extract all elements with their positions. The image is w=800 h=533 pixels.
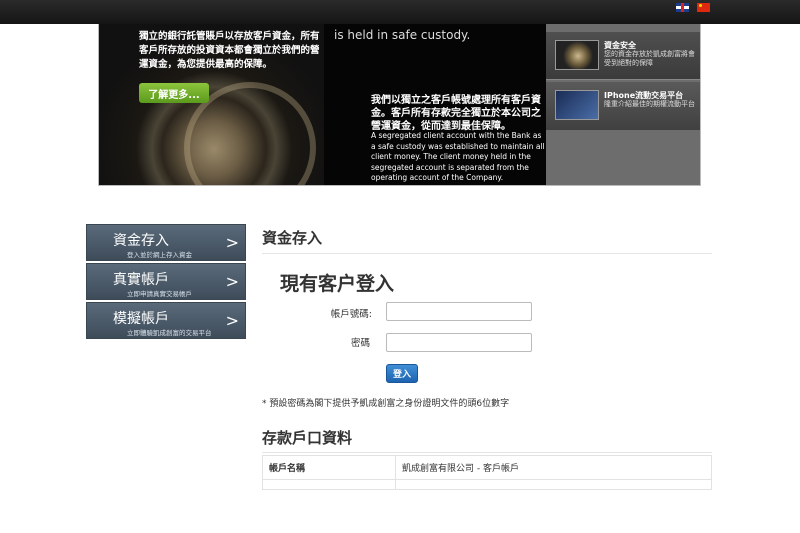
menu-item-deposit[interactable]: 資金存入 登入並於網上存入資金 >: [86, 224, 246, 261]
password-input[interactable]: [386, 333, 532, 352]
banner-left-text: 獨立的銀行託管賬戶以存放客戶資金，所有客戶所存放的投資資本都會獨立於我們的營運資…: [139, 31, 320, 70]
side-item-desc: 您的資金存放於凱成創富將會受到絕對的保障: [604, 50, 695, 67]
login-button[interactable]: 登入: [386, 364, 418, 383]
menu-item-title: 真實帳戶: [113, 272, 169, 288]
top-bar: [0, 0, 800, 24]
main-content: 資金存入 現有客户登入 帳戶號碼: 密碼 登入 * 預設密碼為閣下提供予凱成創富…: [262, 224, 712, 490]
table-row: 帳戶名稱 凱成創富有限公司 - 客戶帳戶: [262, 455, 712, 480]
china-flag-icon[interactable]: [697, 3, 710, 12]
banner-english-text: A segregated client account with the Ban…: [371, 131, 545, 182]
learn-more-button[interactable]: 了解更多...: [139, 83, 209, 103]
side-item-iphone-platform[interactable]: IPhone流動交易平台 隆重介紹最佳的期權流動平台: [546, 82, 700, 130]
password-label: 密碼: [350, 338, 370, 349]
deposit-info-heading: 存款戶口資料: [262, 427, 712, 453]
page-title: 資金存入: [262, 224, 712, 254]
menu-item-demo-account[interactable]: 模擬帳戶 立即體驗凱成創富的交易平台 >: [86, 302, 246, 339]
chevron-right-icon: >: [225, 233, 239, 252]
side-item-fund-security[interactable]: 資金安全 您的資金存放於凱成創富將會受到絕對的保障: [546, 32, 700, 80]
menu-item-subtitle: 立即體驗凱成創富的交易平台: [127, 329, 212, 337]
left-menu: 資金存入 登入並於網上存入資金 > 真實帳戶 立即申請真實交易帳戶 > 模擬帳戶…: [86, 224, 246, 341]
chevron-right-icon: >: [225, 272, 239, 291]
deposit-info-table: 帳戶名稱 凱成創富有限公司 - 客戶帳戶: [262, 455, 712, 490]
hero-banner: 獨立的銀行託管賬戶以存放客戶資金，所有客戶所存放的投資資本都會獨立於我們的營運資…: [98, 24, 701, 186]
vault-thumbnail: [555, 40, 599, 70]
table-row: [262, 479, 712, 490]
menu-item-title: 資金存入: [113, 233, 169, 249]
table-cell-value: [395, 479, 712, 490]
menu-item-subtitle: 登入並於網上存入資金: [127, 251, 192, 259]
menu-item-title: 模擬帳戶: [113, 311, 169, 327]
table-cell-key: [262, 479, 396, 490]
account-number-label: 帳戶號碼:: [330, 309, 372, 320]
banner-side-panel: 資金安全 您的資金存放於凱成創富將會受到絕對的保障 IPhone流動交易平台 隆…: [546, 24, 700, 185]
chevron-right-icon: >: [225, 311, 239, 330]
iphone-thumbnail: [555, 90, 599, 120]
menu-item-subtitle: 立即申請真實交易帳戶: [127, 290, 192, 298]
banner-top-english: is held in safe custody.: [334, 28, 471, 42]
password-note: * 預設密碼為閣下提供予凱成創富之身份證明文件的頭6位數字: [262, 399, 510, 409]
menu-item-real-account[interactable]: 真實帳戶 立即申請真實交易帳戶 >: [86, 263, 246, 300]
table-cell-value: 凱成創富有限公司 - 客戶帳戶: [395, 455, 712, 480]
side-item-desc: 隆重介紹最佳的期權流動平台: [604, 100, 695, 108]
table-cell-key: 帳戶名稱: [262, 455, 396, 480]
uk-flag-icon[interactable]: [676, 3, 689, 12]
account-number-input[interactable]: [386, 302, 532, 321]
banner-chinese-text: 我們以獨立之客戶帳號處理所有客戶資金。客戶所有存款完全獨立於本公司之營運資金，從…: [371, 95, 541, 132]
login-heading: 現有客户登入: [280, 273, 395, 295]
